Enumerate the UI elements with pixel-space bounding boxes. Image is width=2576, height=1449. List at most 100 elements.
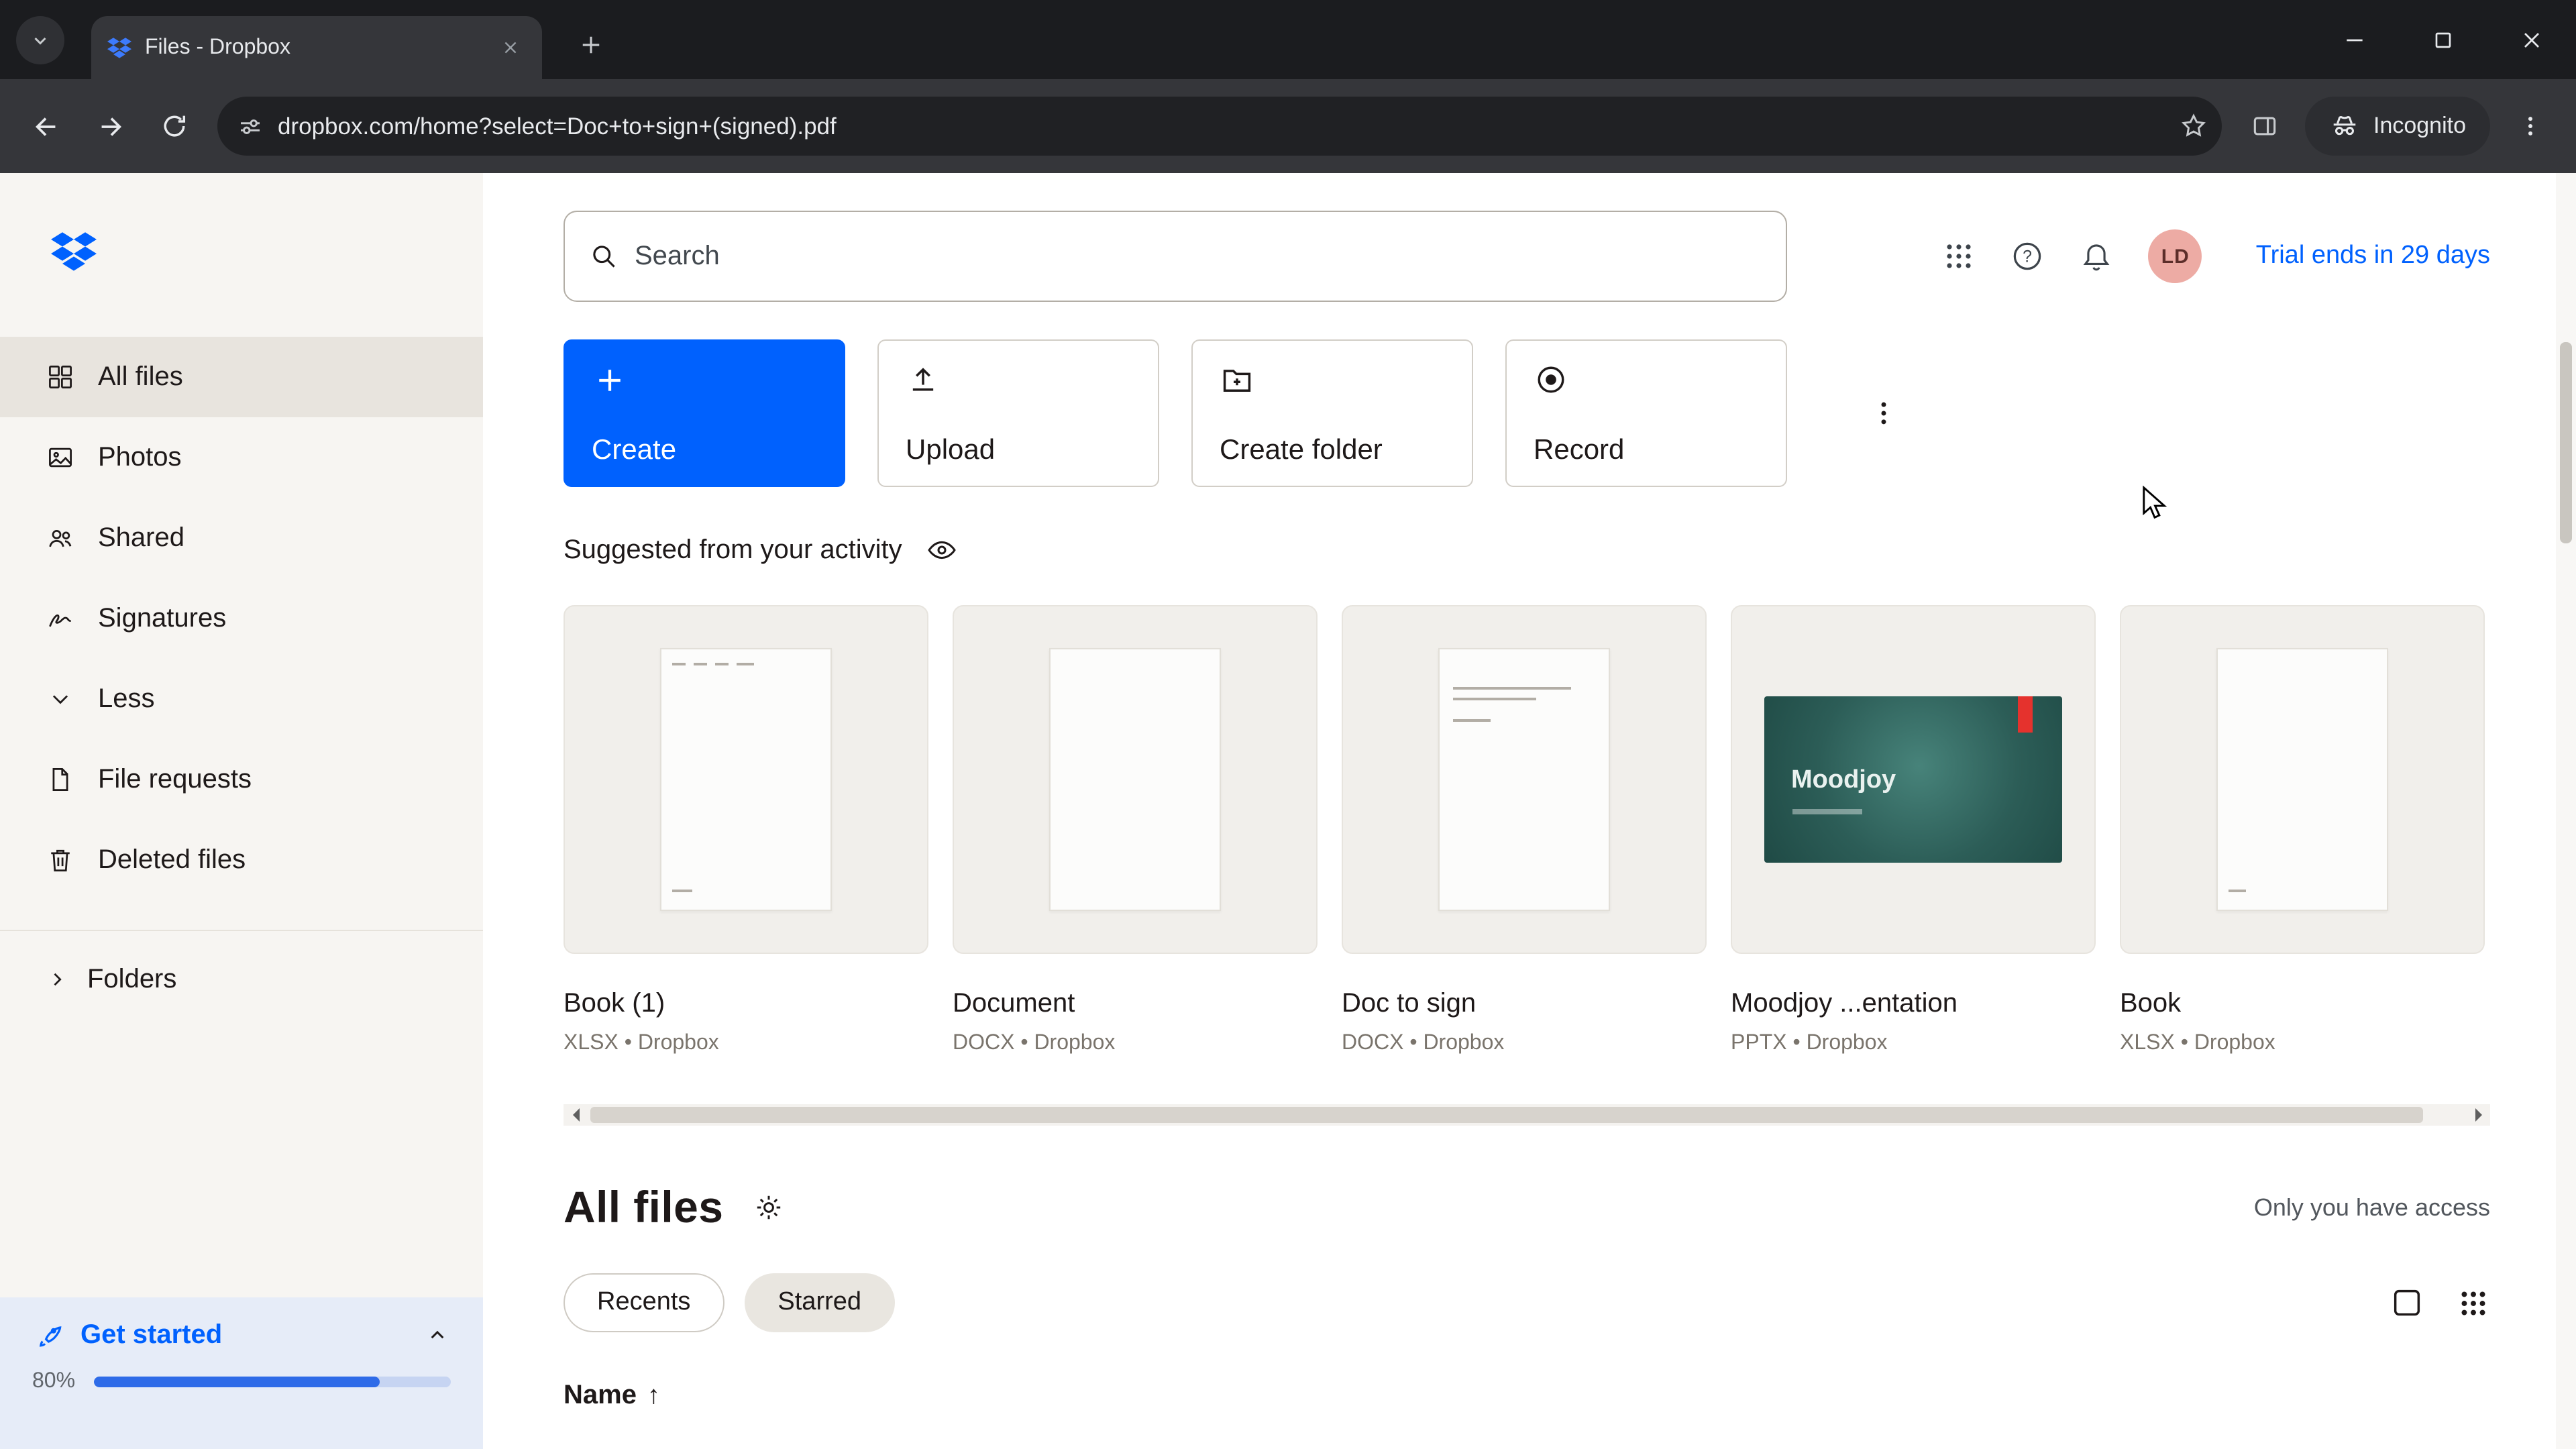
window-minimize-button[interactable] xyxy=(2310,0,2399,79)
reload-icon xyxy=(164,115,186,137)
sidebar-item-shared[interactable]: Shared xyxy=(0,498,483,578)
document-preview xyxy=(1049,648,1221,911)
create-label: Create xyxy=(592,435,677,466)
sidebar-item-all-files[interactable]: All files xyxy=(0,337,483,417)
search-input[interactable] xyxy=(635,241,1762,272)
name-column-header[interactable]: Name ↑ xyxy=(564,1381,2490,1411)
sidebar-item-less[interactable]: Less xyxy=(0,659,483,739)
create-folder-button[interactable]: Create folder xyxy=(1191,339,1473,487)
select-all-checkbox[interactable] xyxy=(2390,1285,2424,1320)
file-card-book[interactable]: Book XLSX • Dropbox xyxy=(2120,605,2485,1056)
file-thumbnail xyxy=(1342,605,1707,954)
sidebar-item-label: All files xyxy=(98,362,183,391)
search-box[interactable] xyxy=(564,211,1787,302)
header-row: ? LD Trial ends in 29 days xyxy=(564,211,2490,302)
tab-title: Files - Dropbox xyxy=(145,36,290,58)
site-settings-icon xyxy=(241,119,260,133)
new-tab-button[interactable] xyxy=(564,17,617,71)
chevron-down-icon xyxy=(34,36,46,44)
scrollbar-track[interactable] xyxy=(588,1104,2466,1126)
progress-percent: 80% xyxy=(32,1370,76,1393)
close-icon xyxy=(2524,32,2539,47)
sidebar-item-deleted-files[interactable]: Deleted files xyxy=(0,820,483,900)
apps-grid-icon xyxy=(1947,244,1972,268)
sidebar-item-label: Deleted files xyxy=(98,845,246,874)
help-button[interactable]: ? xyxy=(2010,239,2045,274)
chevron-right-icon xyxy=(54,973,62,986)
side-panel-button[interactable] xyxy=(2235,97,2294,156)
chip-recents[interactable]: Recents xyxy=(564,1273,724,1332)
trash-icon xyxy=(51,849,70,871)
upload-button[interactable]: Upload xyxy=(877,339,1159,487)
header-icons: ? LD Trial ends in 29 days xyxy=(1943,229,2490,283)
browser-toolbar: dropbox.com/home?select=Doc+to+sign+(sig… xyxy=(0,79,2576,173)
get-started-label[interactable]: Get started xyxy=(80,1320,408,1350)
url-bar[interactable]: dropbox.com/home?select=Doc+to+sign+(sig… xyxy=(217,97,2222,156)
file-card-document[interactable]: Document DOCX • Dropbox xyxy=(953,605,1318,1056)
notifications-button[interactable] xyxy=(2080,239,2114,273)
create-folder-icon xyxy=(1223,370,1251,392)
file-card-moodjoy-presentation[interactable]: Moodjoy Moodjoy ...entation PPTX • Dropb… xyxy=(1731,605,2096,1056)
apps-grid-button[interactable] xyxy=(1943,240,1976,272)
bookmark-star-icon[interactable] xyxy=(2179,111,2208,141)
sidebar-folders-toggle[interactable]: Folders xyxy=(0,939,483,1020)
tab-close-button[interactable] xyxy=(494,32,526,64)
vertical-scrollbar-thumb[interactable] xyxy=(2560,342,2572,543)
svg-text:?: ? xyxy=(2023,248,2033,266)
tab-search-button[interactable] xyxy=(16,15,64,64)
search-icon xyxy=(593,246,615,268)
file-thumbnail xyxy=(2120,605,2485,954)
dropbox-favicon xyxy=(107,37,131,58)
create-button[interactable]: Create xyxy=(564,339,845,487)
file-card-book-1[interactable]: Book (1) XLSX • Dropbox xyxy=(564,605,928,1056)
browser-menu-button[interactable] xyxy=(2501,97,2560,156)
trial-link[interactable]: Trial ends in 29 days xyxy=(2256,241,2490,271)
file-thumbnail xyxy=(953,605,1318,954)
sidebar-divider xyxy=(0,930,483,931)
actions-row: Create Upload Create folder Record xyxy=(564,339,2490,487)
shared-icon xyxy=(49,529,72,547)
incognito-icon xyxy=(2333,115,2356,135)
forward-button[interactable] xyxy=(80,97,140,156)
sidebar-item-label: Less xyxy=(98,684,155,713)
file-card-doc-to-sign[interactable]: Doc to sign DOCX • Dropbox xyxy=(1342,605,1707,1056)
sidebar-item-signatures[interactable]: Signatures xyxy=(0,578,483,659)
browser-tab[interactable]: Files - Dropbox xyxy=(91,16,542,79)
vertical-scrollbar[interactable] xyxy=(2556,173,2576,1449)
chip-starred[interactable]: Starred xyxy=(744,1273,896,1332)
plus-icon xyxy=(582,36,599,53)
chevron-down-icon xyxy=(52,695,68,704)
upload-label: Upload xyxy=(906,435,996,466)
grid-view-icon[interactable] xyxy=(2457,1286,2490,1320)
create-folder-label: Create folder xyxy=(1220,435,1383,466)
file-name: Book xyxy=(2120,989,2182,1018)
window-maximize-button[interactable] xyxy=(2399,0,2487,79)
avatar[interactable]: LD xyxy=(2148,229,2202,283)
spreadsheet-preview xyxy=(660,648,832,911)
dropbox-logo[interactable] xyxy=(0,173,483,321)
file-name: Doc to sign xyxy=(1342,989,1477,1018)
sidebar-item-label: Shared xyxy=(98,523,184,552)
progress-bar-fill xyxy=(94,1377,380,1387)
file-requests-icon xyxy=(52,768,68,791)
gear-icon xyxy=(757,1195,781,1220)
sidebar-item-photos[interactable]: Photos xyxy=(0,417,483,498)
back-button[interactable] xyxy=(16,97,75,156)
settings-button[interactable] xyxy=(753,1191,785,1224)
chevron-up-icon[interactable] xyxy=(424,1322,451,1348)
window-close-button[interactable] xyxy=(2487,0,2576,79)
scrollbar-thumb[interactable] xyxy=(590,1107,2423,1123)
sidebar-item-file-requests[interactable]: File requests xyxy=(0,739,483,820)
forward-icon xyxy=(101,117,121,136)
scroll-right-arrow[interactable] xyxy=(2466,1104,2490,1126)
more-actions-button[interactable] xyxy=(1854,384,1913,443)
horizontal-scrollbar[interactable] xyxy=(564,1104,2490,1126)
eye-icon[interactable] xyxy=(926,534,959,566)
scroll-left-arrow[interactable] xyxy=(564,1104,588,1126)
suggested-row: Suggested from your activity xyxy=(564,530,2490,570)
maximize-icon xyxy=(2435,32,2451,48)
incognito-label: Incognito xyxy=(2373,113,2466,138)
window-controls xyxy=(2310,0,2576,79)
record-button[interactable]: Record xyxy=(1505,339,1787,487)
reload-button[interactable] xyxy=(145,97,204,156)
